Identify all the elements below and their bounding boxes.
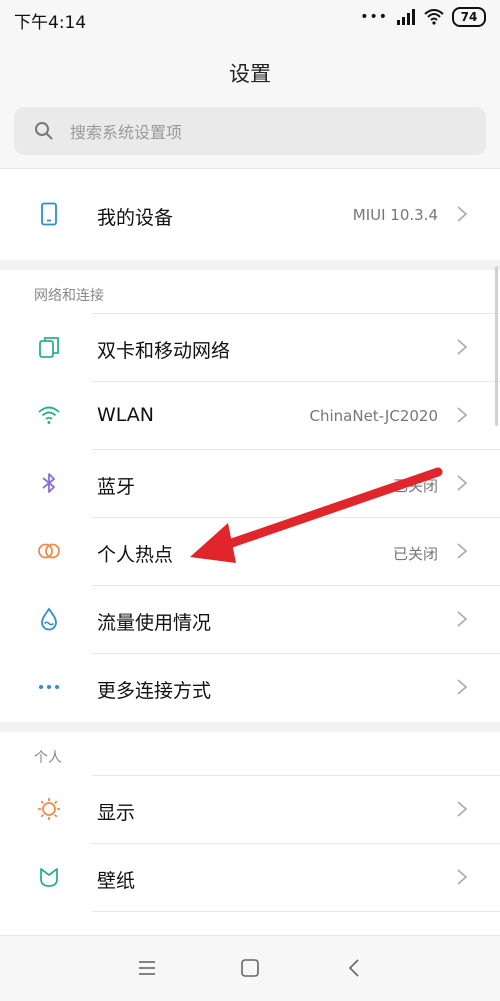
network-section: 网络和连接 双卡和移动网络 WLAN ChinaNet-JC2020 蓝牙 已关… bbox=[0, 270, 500, 722]
divider bbox=[92, 313, 500, 314]
divider bbox=[92, 381, 500, 382]
brightness-icon bbox=[38, 798, 60, 820]
row-label: 我的设备 bbox=[97, 207, 174, 229]
status-time: 下午4:14 bbox=[14, 13, 87, 33]
phone-icon bbox=[41, 202, 57, 226]
section-label: 网络和连接 bbox=[34, 288, 104, 304]
back-chevron-icon[interactable] bbox=[343, 956, 367, 980]
divider bbox=[92, 775, 500, 776]
divider bbox=[92, 653, 500, 654]
dual-sim-row[interactable]: 双卡和移动网络 bbox=[0, 315, 500, 382]
row-label: 双卡和移动网络 bbox=[97, 340, 231, 362]
chevron-right-icon bbox=[457, 407, 468, 423]
chevron-right-icon bbox=[457, 801, 468, 817]
dual-sim-icon bbox=[39, 337, 59, 358]
row-label: 蓝牙 bbox=[97, 476, 136, 498]
wifi-icon bbox=[38, 406, 60, 424]
more-dots-icon bbox=[39, 685, 59, 689]
chevron-right-icon bbox=[457, 206, 468, 222]
data-usage-row[interactable]: 流量使用情况 bbox=[0, 587, 500, 654]
bluetooth-row[interactable]: 蓝牙 已关闭 bbox=[0, 451, 500, 518]
row-value: 已关闭 bbox=[392, 545, 438, 563]
row-label: WLAN bbox=[97, 404, 155, 426]
scrollbar[interactable] bbox=[495, 266, 498, 426]
title-bar: 设置 bbox=[0, 36, 500, 100]
chevron-right-icon bbox=[457, 869, 468, 885]
battery-indicator: 74 bbox=[452, 7, 486, 27]
section-label: 个人 bbox=[34, 750, 62, 766]
chevron-right-icon bbox=[457, 543, 468, 559]
chevron-right-icon bbox=[457, 611, 468, 627]
row-label: 壁纸 bbox=[97, 870, 136, 892]
chevron-right-icon bbox=[457, 339, 468, 355]
hotspot-row[interactable]: 个人热点 已关闭 bbox=[0, 519, 500, 586]
navigation-bar bbox=[0, 935, 500, 1001]
row-label: 更多连接方式 bbox=[97, 680, 212, 702]
divider bbox=[92, 517, 500, 518]
wlan-row[interactable]: WLAN ChinaNet-JC2020 bbox=[0, 383, 500, 450]
status-icons: ••• 74 bbox=[360, 7, 486, 27]
search-icon bbox=[35, 122, 53, 140]
row-value: 已关闭 bbox=[392, 477, 438, 495]
cell-signal-icon bbox=[397, 9, 415, 25]
wallpaper-row[interactable]: 壁纸 bbox=[0, 845, 500, 912]
row-value: ChinaNet-JC2020 bbox=[309, 407, 439, 425]
chevron-right-icon bbox=[457, 475, 468, 491]
my-device-row[interactable]: 我的设备 MIUI 10.3.4 bbox=[0, 182, 500, 249]
display-row[interactable]: 显示 bbox=[0, 777, 500, 844]
row-label: 流量使用情况 bbox=[97, 612, 212, 634]
section-gap bbox=[0, 722, 500, 732]
wifi-icon bbox=[424, 9, 444, 25]
hotspot-icon bbox=[38, 543, 60, 559]
data-usage-icon bbox=[41, 607, 57, 631]
divider bbox=[92, 843, 500, 844]
home-square-icon[interactable] bbox=[238, 956, 262, 980]
more-status-icon: ••• bbox=[360, 9, 388, 25]
bluetooth-icon bbox=[42, 473, 55, 493]
section-gap bbox=[0, 260, 500, 270]
divider bbox=[92, 911, 500, 912]
divider bbox=[92, 449, 500, 450]
wallpaper-icon bbox=[40, 868, 58, 887]
device-section: 我的设备 MIUI 10.3.4 bbox=[0, 168, 500, 261]
status-bar: 下午4:14 ••• 74 bbox=[0, 0, 500, 36]
more-connections-row[interactable]: 更多连接方式 bbox=[0, 655, 500, 722]
divider bbox=[92, 585, 500, 586]
menu-icon[interactable] bbox=[135, 956, 159, 980]
chevron-right-icon bbox=[457, 679, 468, 695]
row-value: MIUI 10.3.4 bbox=[352, 206, 438, 224]
row-label: 个人热点 bbox=[97, 544, 174, 566]
search-bar[interactable]: 搜索系统设置项 bbox=[14, 107, 486, 155]
page-title: 设置 bbox=[229, 62, 271, 86]
search-placeholder: 搜索系统设置项 bbox=[70, 123, 183, 142]
personal-section: 个人 显示 壁纸 bbox=[0, 732, 500, 935]
row-label: 显示 bbox=[97, 802, 136, 824]
